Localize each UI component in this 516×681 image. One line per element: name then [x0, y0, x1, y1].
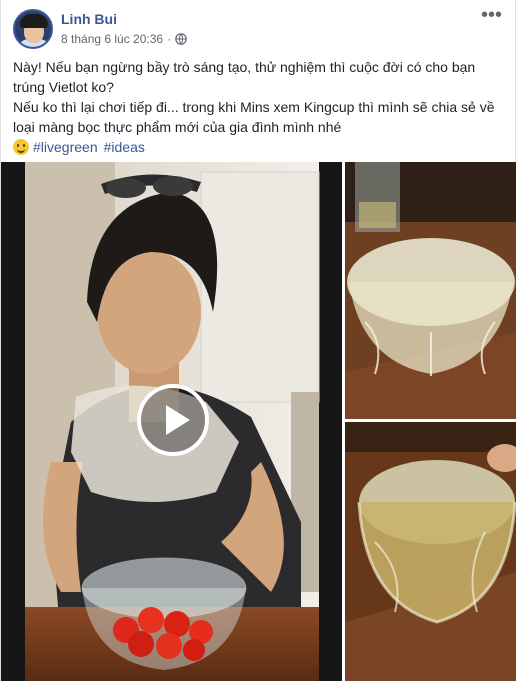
bowl-scene-bottom [345, 422, 516, 681]
post-line-2: Nếu ko thì lại chơi tiếp đi... trong khi… [13, 99, 495, 135]
bowl-photo-top[interactable] [345, 162, 516, 419]
post-media [1, 162, 516, 681]
post-line-1: Này! Nếu bạn ngừng bầy trò sáng tạo, thử… [13, 59, 476, 95]
bowl-scene-top [345, 162, 516, 419]
globe-icon[interactable] [175, 33, 187, 45]
post-meta: 8 tháng 6 lúc 20:36 · [61, 32, 187, 46]
bowl-photo-bottom[interactable] [345, 422, 516, 681]
smiley-icon [13, 139, 29, 155]
video-thumbnail[interactable] [1, 162, 342, 681]
hashtag-livegreen[interactable]: #livegreen [33, 139, 98, 155]
more-dots-icon[interactable]: ••• [481, 5, 502, 25]
play-icon[interactable] [137, 384, 209, 456]
author-avatar[interactable] [13, 9, 53, 49]
post-text: Này! Nếu bạn ngừng bầy trò sáng tạo, thử… [13, 57, 505, 157]
facebook-post: Linh Bui 8 tháng 6 lúc 20:36 · ••• Này! … [0, 0, 516, 681]
post-hashtags: #livegreen #ideas [13, 137, 505, 157]
post-timestamp[interactable]: 8 tháng 6 lúc 20:36 [61, 32, 163, 46]
author-name[interactable]: Linh Bui [61, 11, 117, 27]
hashtag-ideas[interactable]: #ideas [104, 139, 145, 155]
